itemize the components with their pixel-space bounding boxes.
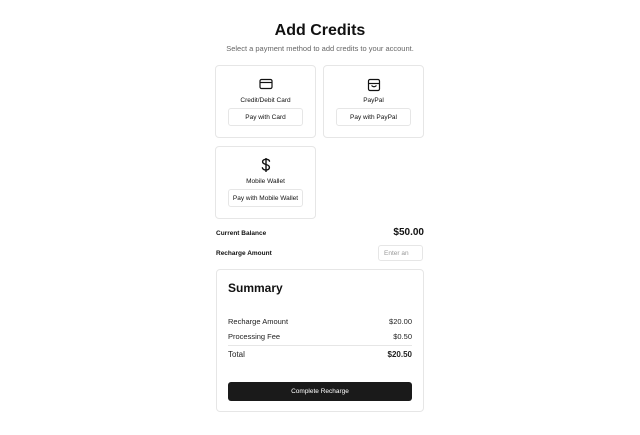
complete-recharge-button[interactable]: Complete Recharge [228,382,412,401]
recharge-amount-label: Recharge Amount [216,250,272,257]
summary-row-value: $0.50 [393,332,412,341]
summary-row-value: $20.00 [389,317,412,326]
wallet-icon [324,78,423,92]
summary-divider [228,345,412,346]
current-balance-label: Current Balance [216,230,267,237]
dollar-icon [216,157,315,173]
credit-card-icon [216,78,315,92]
summary-total-label: Total [228,350,245,359]
paypal-payment-option: PayPal Pay with PayPal [323,65,424,138]
summary-panel: Summary Recharge Amount $20.00 Processin… [216,269,424,412]
summary-row-recharge: Recharge Amount $20.00 [228,317,412,326]
summary-title: Summary [228,281,283,295]
page-subtitle: Select a payment method to add credits t… [226,44,414,53]
page-title: Add Credits [274,22,366,39]
summary-total-value: $20.50 [387,350,412,359]
pay-with-mobile-wallet-button[interactable]: Pay with Mobile Wallet [228,189,303,207]
summary-row-fee: Processing Fee $0.50 [228,332,412,341]
recharge-amount-input[interactable] [378,245,423,261]
paypal-payment-label: PayPal [363,97,384,104]
mobile-wallet-payment-label: Mobile Wallet [246,178,285,185]
summary-row-label: Processing Fee [228,332,281,341]
pay-with-paypal-button[interactable]: Pay with PayPal [336,108,411,126]
current-balance-value: $50.00 [393,227,424,238]
summary-row-label: Recharge Amount [228,317,289,326]
card-payment-option: Credit/Debit Card Pay with Card [215,65,316,138]
card-payment-label: Credit/Debit Card [240,97,291,104]
pay-with-card-button[interactable]: Pay with Card [228,108,303,126]
summary-row-total: Total $20.50 [228,350,412,359]
mobile-wallet-payment-option: Mobile Wallet Pay with Mobile Wallet [215,146,316,219]
